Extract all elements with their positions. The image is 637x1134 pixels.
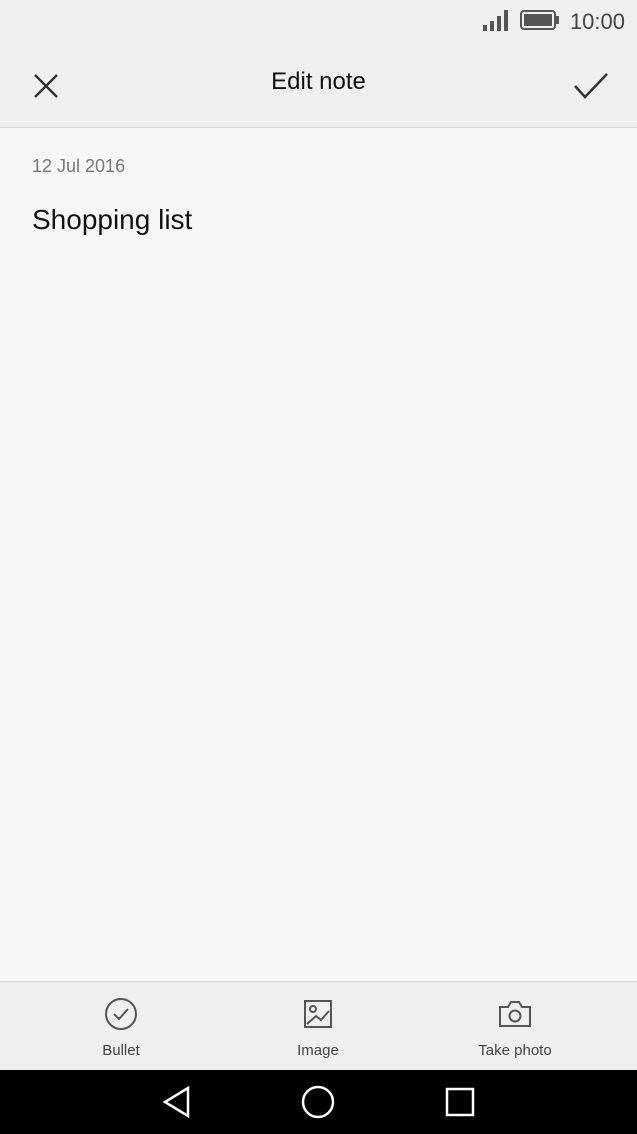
note-editor[interactable]: 12 Jul 2016 Shopping list <box>0 128 637 981</box>
note-date: 12 Jul 2016 <box>32 156 126 176</box>
bottom-toolbar: Bullet Image Take photo <box>0 981 637 1071</box>
image-button[interactable]: Image <box>268 982 368 1071</box>
back-triangle-icon <box>162 1085 190 1119</box>
image-label: Image <box>297 1042 339 1059</box>
bullet-button[interactable]: Bullet <box>71 982 171 1071</box>
bullet-label: Bullet <box>102 1042 140 1059</box>
status-indicators: 10:00 <box>482 8 625 36</box>
save-button[interactable] <box>571 66 611 106</box>
recent-square-icon <box>445 1087 475 1117</box>
signal-bars-icon <box>482 9 510 36</box>
navigation-bar <box>0 1070 637 1134</box>
take-photo-label: Take photo <box>478 1042 552 1059</box>
battery-full-icon <box>519 9 560 35</box>
note-text-field[interactable]: Shopping list <box>32 204 192 236</box>
image-icon <box>300 996 336 1032</box>
checkmark-icon <box>574 73 608 99</box>
recent-apps-button[interactable] <box>440 1082 480 1122</box>
status-bar: 10:00 <box>0 0 637 44</box>
home-circle-icon <box>301 1085 335 1119</box>
app-bar: Edit note <box>0 44 637 128</box>
status-time: 10:00 <box>569 9 625 34</box>
checkmark-circle-icon <box>103 996 139 1032</box>
camera-icon <box>497 996 533 1032</box>
back-button[interactable] <box>157 1082 197 1122</box>
page-title: Edit note <box>271 68 366 95</box>
home-button[interactable] <box>298 1082 338 1122</box>
take-photo-button[interactable]: Take photo <box>455 982 575 1071</box>
